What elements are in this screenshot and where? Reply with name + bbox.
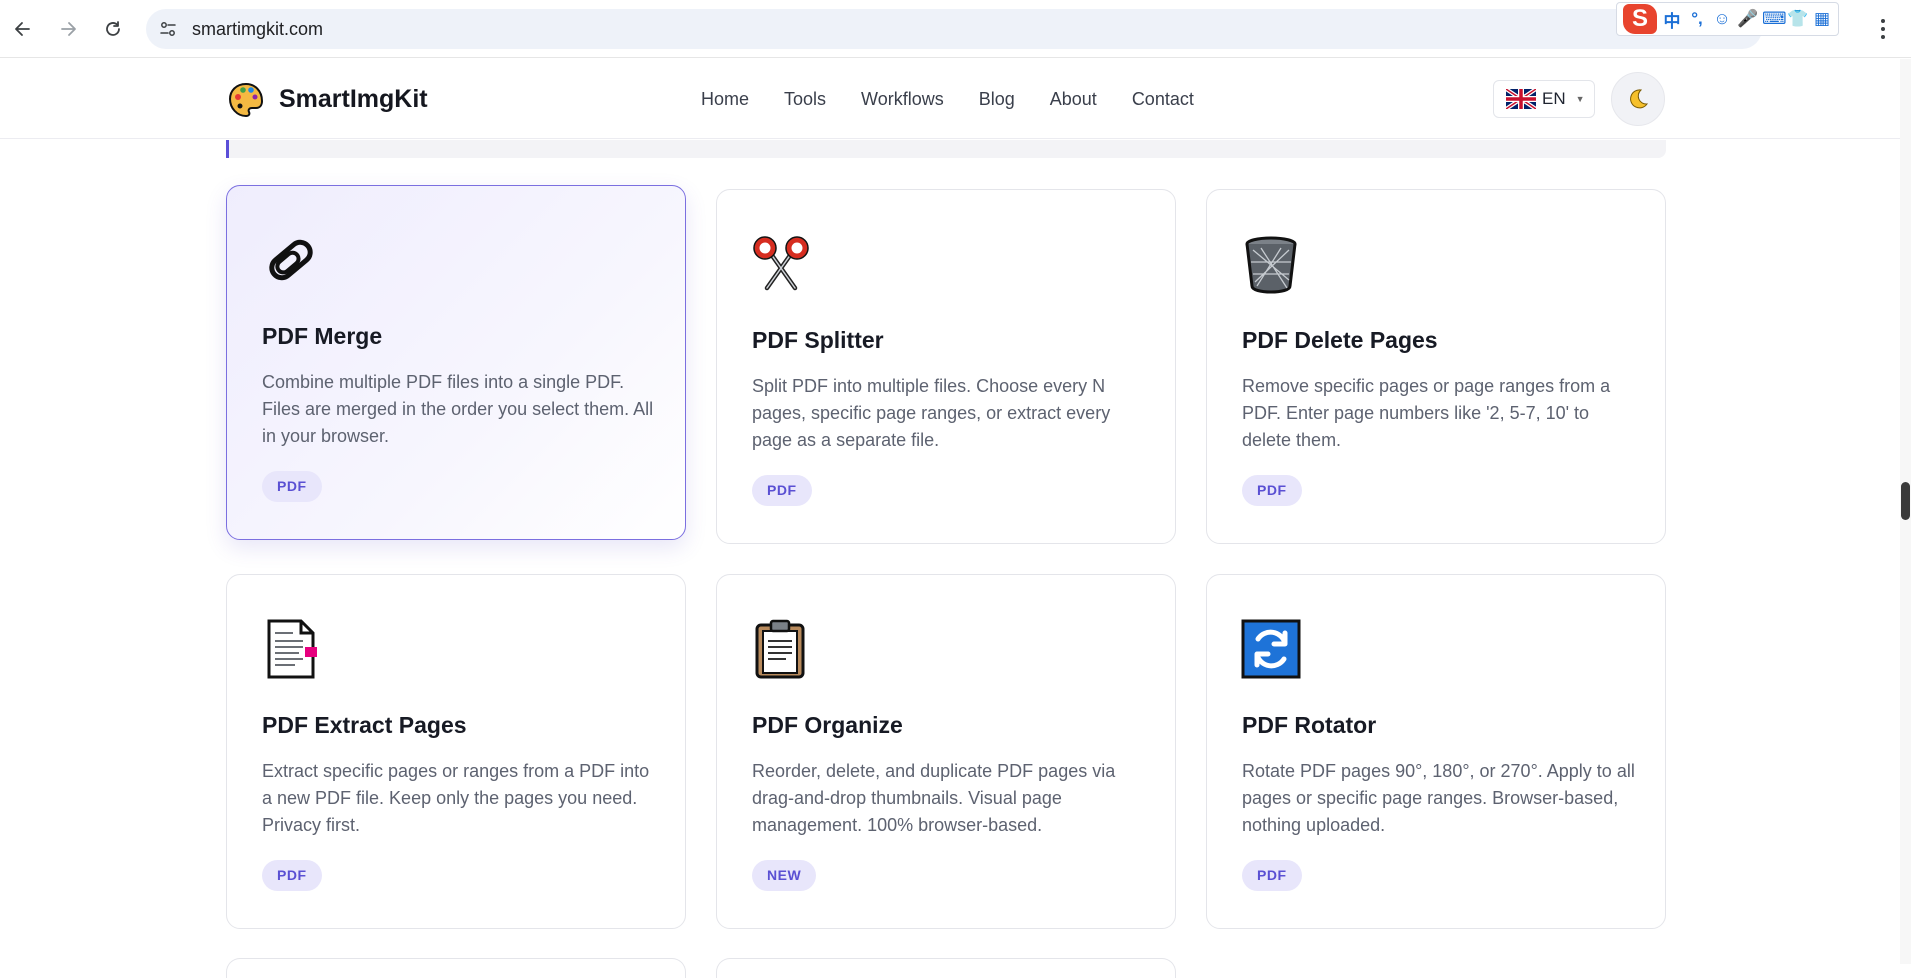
card-description: Reorder, delete, and duplicate PDF pages… <box>752 761 1116 835</box>
card-description: Split PDF into multiple files. Choose ev… <box>752 376 1111 450</box>
back-button[interactable] <box>8 14 38 44</box>
category-badge: PDF <box>752 475 812 506</box>
site-logo-text[interactable]: SmartImgKit <box>279 85 428 114</box>
search-box-remnant <box>226 140 1666 158</box>
tool-card-pdf-delete-pages[interactable]: PDF Delete Pages Remove specific pages o… <box>1206 189 1666 544</box>
scrollbar-thumb[interactable] <box>1901 482 1910 520</box>
clipboard-icon <box>755 619 805 679</box>
punctuation-icon[interactable]: °, <box>1687 9 1707 29</box>
card-title: PDF Delete Pages <box>1242 327 1438 353</box>
tool-card-pdf-splitter[interactable]: PDF Splitter Split PDF into multiple fil… <box>716 189 1176 544</box>
card-description: Combine multiple PDF files into a single… <box>262 372 654 446</box>
sogou-ime-icon[interactable]: S <box>1623 4 1657 34</box>
skin-icon[interactable]: 👕 <box>1787 9 1808 29</box>
site-info-icon[interactable] <box>158 19 178 39</box>
rotate-icon <box>1241 619 1301 679</box>
site-header: SmartImgKit Home Tools Workflows Blog Ab… <box>0 59 1900 139</box>
tool-card-pdf-merge[interactable]: PDF Merge Combine multiple PDF files int… <box>226 185 686 540</box>
tool-card-pdf-organize[interactable]: PDF Organize Reorder, delete, and duplic… <box>716 574 1176 929</box>
theme-toggle-button[interactable] <box>1611 72 1665 126</box>
browser-menu-icon[interactable] <box>1880 18 1886 40</box>
uk-flag-icon <box>1506 89 1536 109</box>
nav-about[interactable]: About <box>1050 89 1097 110</box>
category-badge: PDF <box>262 860 322 891</box>
arrow-left-icon <box>15 22 30 36</box>
card-title: PDF Rotator <box>1242 712 1377 738</box>
document-icon <box>267 619 317 679</box>
paperclip-icon <box>269 239 313 281</box>
tool-card-peek[interactable] <box>716 958 1176 978</box>
card-title: PDF Organize <box>752 712 903 738</box>
main-navigation: Home Tools Workflows Blog About Contact <box>701 89 1229 110</box>
tool-card-pdf-extract-pages[interactable]: PDF Extract Pages Extract specific pages… <box>226 574 686 929</box>
card-description: Remove specific pages or page ranges fro… <box>1242 376 1611 450</box>
card-title: PDF Extract Pages <box>262 712 467 738</box>
emoji-icon[interactable]: ☺ <box>1712 9 1732 29</box>
language-label: EN <box>1542 89 1566 108</box>
chinese-mode-icon[interactable]: 中 <box>1662 7 1682 32</box>
toolbox-icon[interactable]: ▦ <box>1812 9 1832 29</box>
forward-button[interactable] <box>53 14 83 44</box>
reload-icon <box>106 21 120 36</box>
arrow-right-icon <box>61 22 76 36</box>
reload-button[interactable] <box>98 14 128 44</box>
url-text: smartimgkit.com <box>192 19 324 39</box>
tool-card-peek[interactable] <box>226 958 686 978</box>
nav-tools[interactable]: Tools <box>784 89 826 110</box>
card-title: PDF Splitter <box>752 327 884 353</box>
new-badge: NEW <box>752 860 817 891</box>
card-title: PDF Merge <box>262 323 383 349</box>
category-badge: PDF <box>262 471 322 502</box>
palette-logo-icon[interactable] <box>228 82 264 118</box>
ime-toolbar[interactable]: S 中 °, ☺ 🎤 ⌨ 👕 ▦ <box>1616 2 1839 36</box>
browser-toolbar: smartimgkit.com S 中 °, ☺ 🎤 ⌨ 👕 ▦ <box>0 0 1911 58</box>
category-badge: PDF <box>1242 475 1302 506</box>
category-badge: PDF <box>1242 860 1302 891</box>
card-description: Rotate PDF pages 90°, 180°, or 270°. App… <box>1242 761 1635 835</box>
trash-bin-icon <box>1245 236 1297 294</box>
scissors-icon <box>753 236 809 291</box>
tool-card-pdf-rotator[interactable]: PDF Rotator Rotate PDF pages 90°, 180°, … <box>1206 574 1666 929</box>
nav-workflows[interactable]: Workflows <box>861 89 944 110</box>
address-bar[interactable]: smartimgkit.com <box>146 9 1762 49</box>
nav-blog[interactable]: Blog <box>979 89 1015 110</box>
nav-contact[interactable]: Contact <box>1132 89 1194 110</box>
keyboard-icon[interactable]: ⌨ <box>1762 9 1787 29</box>
microphone-icon[interactable]: 🎤 <box>1737 9 1758 29</box>
card-description: Extract specific pages or ranges from a … <box>262 761 650 835</box>
moon-icon <box>1630 89 1649 109</box>
chevron-down-icon: ▼ <box>1575 94 1585 104</box>
language-selector[interactable]: EN ▼ <box>1493 80 1595 118</box>
nav-home[interactable]: Home <box>701 89 749 110</box>
